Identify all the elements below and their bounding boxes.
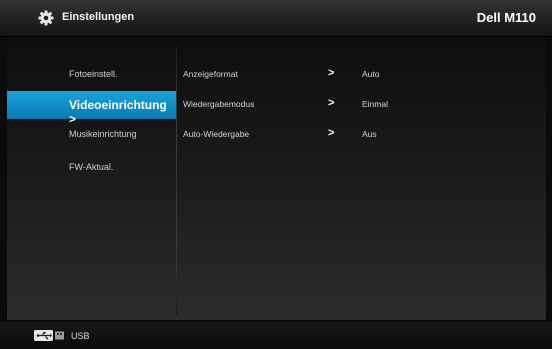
header-bar: Einstellungen Dell M110 <box>0 0 552 37</box>
setting-name: Wiedergabemodus <box>183 99 255 109</box>
device-name: Dell M110 <box>476 10 536 25</box>
sidebar-item-fotoeinstell[interactable]: Fotoeinstell. <box>7 60 176 88</box>
setting-row-wiedergabemodus[interactable]: Wiedergabemodus > Einmal <box>179 93 544 117</box>
setting-value: Einmal <box>362 99 388 109</box>
setting-value: Auto <box>362 69 380 79</box>
usb-icon <box>34 330 64 341</box>
sidebar-item-label: Musikeinrichtung <box>69 129 137 139</box>
chevron-right-icon: > <box>328 127 335 139</box>
setting-name: Auto-Wiedergabe <box>183 129 250 139</box>
sidebar-item-videoeinrichtung[interactable]: Videoeinrichtung > <box>7 91 176 126</box>
settings-panel: Fotoeinstell. Videoeinrichtung > Musikei… <box>7 38 546 320</box>
chevron-right-icon: > <box>328 97 335 109</box>
gear-icon <box>38 10 54 26</box>
page-title: Einstellungen <box>62 11 135 23</box>
chevron-right-icon: > <box>328 67 335 79</box>
sidebar-item-label: Fotoeinstell. <box>69 69 118 79</box>
panel-divider <box>176 45 177 315</box>
setting-name: Anzeigeformat <box>183 69 238 79</box>
sidebar-item-label: FW-Aktual. <box>69 162 114 172</box>
setting-value: Aus <box>362 129 377 139</box>
footer-bar: USB <box>0 322 552 349</box>
setting-row-auto-wiedergabe[interactable]: Auto-Wiedergabe > Aus <box>179 123 544 147</box>
sidebar-item-musikeinrichtung[interactable]: Musikeinrichtung <box>7 120 176 148</box>
sidebar-item-fw-aktual[interactable]: FW-Aktual. <box>7 153 176 181</box>
source-label: USB <box>71 331 90 341</box>
setting-row-anzeigeformat[interactable]: Anzeigeformat > Auto <box>179 63 544 87</box>
